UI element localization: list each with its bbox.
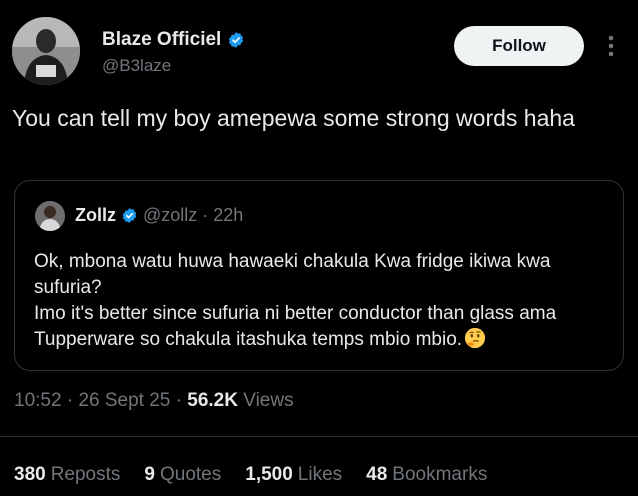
engagement-stats: 380 Reposts 9 Quotes 1,500 Likes 48 Bookmark… (14, 464, 487, 486)
likes-label[interactable]: Likes (298, 464, 342, 485)
likes-count: 1,500 (245, 464, 293, 485)
follow-button[interactable]: Follow (454, 26, 584, 66)
separator-dot: · (202, 205, 209, 225)
tweet-meta: 10:52 · 26 Sept 25 · 56.2K Views (14, 390, 294, 412)
thinking-face-icon (464, 327, 486, 349)
quotes-count: 9 (144, 464, 155, 485)
quoted-author-handle[interactable]: @zollz (143, 205, 197, 226)
quotes-stat[interactable]: 9 Quotes (144, 464, 221, 486)
divider (0, 436, 638, 437)
quoted-tweet-header: Zollz @zollz · 22h (75, 205, 243, 226)
more-vertical-icon[interactable] (605, 33, 617, 59)
views-count: 56.2K (187, 390, 238, 411)
quoted-tweet-card[interactable]: Zollz @zollz · 22h Ok, mbona watu huwa h… (14, 180, 624, 371)
reposts-label[interactable]: Reposts (51, 464, 121, 485)
tweet-text: You can tell my boy amepewa some strong … (12, 105, 575, 131)
reposts-stat[interactable]: 380 Reposts (14, 464, 120, 486)
quoted-text-line1: Ok, mbona watu huwa hawaeki chakula Kwa … (34, 251, 551, 298)
quotes-label[interactable]: Quotes (160, 464, 221, 485)
tweet-time[interactable]: 10:52 (14, 390, 62, 411)
separator-dot: · (175, 390, 182, 411)
author-handle[interactable]: @B3laze (102, 56, 171, 76)
verified-badge-icon (122, 208, 137, 223)
views-label[interactable]: Views (243, 390, 293, 411)
quoted-text-line2-wrap: Imo it's better since sufuria ni better … (34, 301, 614, 353)
reposts-count: 380 (14, 464, 46, 485)
tweet-date[interactable]: 26 Sept 25 (78, 390, 170, 411)
bookmarks-stat[interactable]: 48 Bookmarks (366, 464, 487, 486)
bookmarks-count: 48 (366, 464, 388, 485)
separator-dot: · (66, 390, 74, 411)
quoted-author-name[interactable]: Zollz (75, 205, 116, 226)
quoted-tweet-text: Ok, mbona watu huwa hawaeki chakula Kwa … (34, 249, 614, 353)
bookmarks-label[interactable]: Bookmarks (392, 464, 487, 485)
quoted-tweet-time[interactable]: 22h (213, 205, 243, 226)
quoted-avatar-image (35, 201, 65, 231)
verified-badge-icon (229, 32, 244, 48)
author-avatar[interactable] (12, 17, 80, 85)
author-name-row[interactable]: Blaze Officiel (102, 29, 245, 51)
likes-stat[interactable]: 1,500 Likes (245, 464, 342, 486)
quoted-author-avatar[interactable] (35, 201, 65, 231)
avatar-image (12, 17, 80, 85)
author-display-name[interactable]: Blaze Officiel (102, 29, 221, 51)
